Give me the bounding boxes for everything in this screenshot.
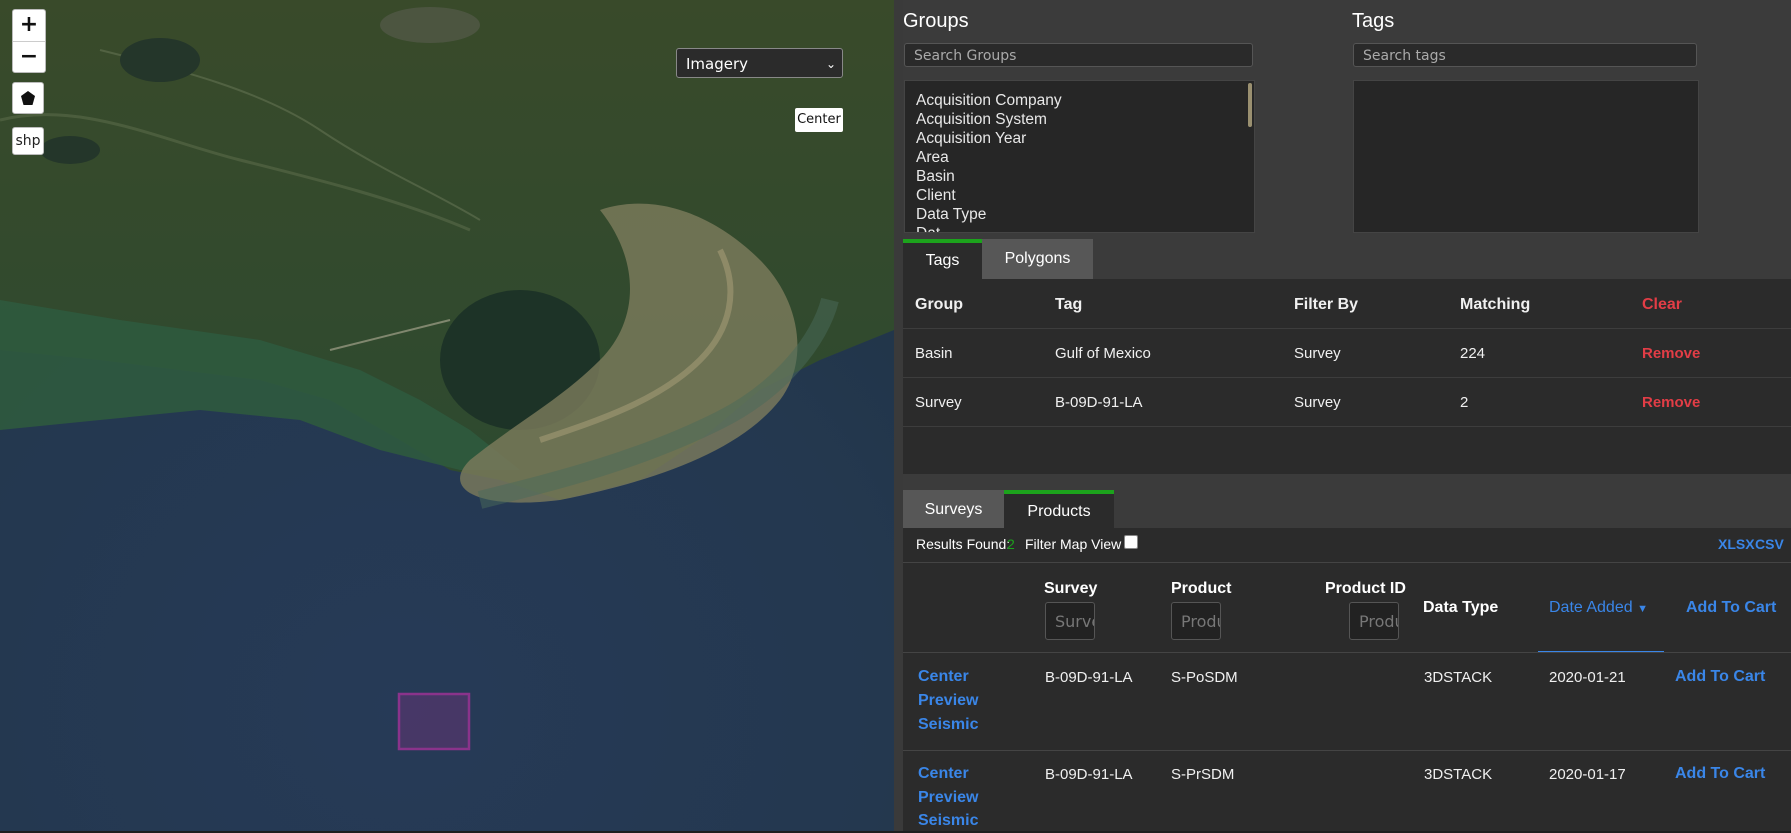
list-item[interactable]: Acquisition System: [905, 110, 1254, 129]
survey-filter-input[interactable]: Survey: [1045, 602, 1095, 640]
tags-list[interactable]: [1353, 80, 1699, 233]
results-bar: Results Found: 2 Filter Map View XLSX CS…: [903, 528, 1791, 563]
add-to-cart-button[interactable]: Add To Cart: [1675, 762, 1765, 786]
header-product-id: Product ID: [1325, 580, 1406, 597]
row-group: Survey: [915, 394, 962, 411]
tags-title: Tags: [1352, 10, 1395, 32]
row-group: Basin: [915, 345, 953, 362]
preview-link[interactable]: Preview: [918, 689, 978, 713]
header-filter-by: Filter By: [1294, 296, 1359, 313]
filter-table-header: Group Tag Filter By Matching Clear: [903, 280, 1791, 329]
zoom-control[interactable]: + −: [12, 9, 46, 73]
header-tag: Tag: [1055, 296, 1083, 313]
seismic-link[interactable]: Seismic: [918, 809, 978, 833]
shp-upload-button[interactable]: shp: [12, 127, 44, 155]
row-divider: [903, 750, 1791, 751]
remove-button[interactable]: Remove: [1642, 378, 1700, 427]
center-link[interactable]: Center: [918, 762, 969, 786]
header-add-to-cart[interactable]: Add To Cart: [1686, 599, 1776, 617]
layer-select[interactable]: Imagery ⌄: [676, 48, 843, 78]
list-item[interactable]: Data Type: [905, 205, 1254, 224]
list-item[interactable]: Acquisition Year: [905, 129, 1254, 148]
zoom-in-button[interactable]: +: [13, 10, 45, 41]
layer-select-value: Imagery: [686, 55, 749, 73]
list-item[interactable]: Basin: [905, 167, 1254, 186]
add-to-cart-button[interactable]: Add To Cart: [1675, 665, 1765, 689]
center-link[interactable]: Center: [918, 665, 969, 689]
results-found-label: Results Found:: [916, 536, 1011, 552]
center-map-button[interactable]: Center: [795, 108, 843, 132]
cell-product: S-PoSDM: [1171, 669, 1238, 686]
filter-map-view-checkbox[interactable]: [1124, 535, 1138, 549]
header-group: Group: [915, 296, 963, 313]
groups-search-input[interactable]: Search Groups: [904, 43, 1253, 67]
header-date-added[interactable]: Date Added ▼: [1549, 599, 1648, 617]
sort-caret-down-icon: ▼: [1637, 603, 1648, 615]
remove-button[interactable]: Remove: [1642, 329, 1700, 378]
cell-data-type: 3DSTACK: [1424, 669, 1493, 686]
results-found-count: 2: [1007, 536, 1015, 552]
table-row: Survey B-09D-91-LA Survey 2 Remove: [903, 378, 1791, 427]
cell-date-added: 2020-01-21: [1549, 669, 1626, 686]
product-filter-input[interactable]: Product: [1171, 602, 1221, 640]
list-item[interactable]: Dat: [905, 224, 1254, 232]
pentagon-icon: [21, 91, 35, 105]
row-matching: 224: [1460, 345, 1486, 362]
chevron-down-icon: ⌄: [825, 57, 836, 71]
clear-button[interactable]: Clear: [1642, 280, 1682, 329]
export-csv-link[interactable]: CSV: [1755, 536, 1784, 552]
survey-polygon: [397, 692, 471, 751]
groups-scrollbar[interactable]: [1248, 83, 1252, 127]
zoom-out-button[interactable]: −: [13, 41, 45, 73]
tags-search-input[interactable]: Search tags: [1353, 43, 1697, 67]
tab-polygons[interactable]: Polygons: [982, 239, 1093, 279]
groups-list[interactable]: Acquisition Company Acquisition System A…: [904, 80, 1255, 233]
row-filter-by: Survey: [1294, 345, 1341, 362]
list-item[interactable]: Acquisition Company: [905, 91, 1254, 110]
draw-polygon-button[interactable]: [12, 82, 44, 114]
list-item[interactable]: Area: [905, 148, 1254, 167]
list-item[interactable]: Client: [905, 186, 1254, 205]
map-view[interactable]: + − shp Imagery ⌄ Center: [0, 0, 894, 831]
row-tag: Gulf of Mexico: [1055, 345, 1151, 362]
header-data-type: Data Type: [1423, 599, 1499, 616]
cell-date-added: 2020-01-17: [1549, 766, 1626, 783]
row-filter-by: Survey: [1294, 394, 1341, 411]
groups-title: Groups: [903, 10, 969, 32]
product-id-filter-input[interactable]: Product ID: [1349, 602, 1399, 640]
cell-survey: B-09D-91-LA: [1045, 766, 1133, 783]
row-tag: B-09D-91-LA: [1055, 394, 1143, 411]
tab-tags[interactable]: Tags: [903, 239, 982, 279]
row-matching: 2: [1460, 394, 1469, 411]
cell-data-type: 3DSTACK: [1424, 766, 1493, 783]
row-divider: [903, 652, 1791, 653]
preview-link[interactable]: Preview: [918, 786, 978, 810]
header-date-added-label: Date Added: [1549, 599, 1633, 616]
products-table: [903, 563, 1791, 831]
tab-products[interactable]: Products: [1004, 490, 1114, 530]
header-matching: Matching: [1460, 296, 1531, 313]
satellite-imagery: [0, 0, 894, 831]
panel-divider[interactable]: [894, 0, 903, 831]
filter-map-view-label: Filter Map View: [1025, 536, 1122, 552]
header-product: Product: [1171, 580, 1232, 597]
seismic-link[interactable]: Seismic: [918, 713, 978, 737]
tab-surveys[interactable]: Surveys: [903, 490, 1004, 530]
cell-survey: B-09D-91-LA: [1045, 669, 1133, 686]
table-row: Basin Gulf of Mexico Survey 224 Remove: [903, 329, 1791, 378]
export-xlsx-link[interactable]: XLSX: [1718, 536, 1755, 552]
header-survey: Survey: [1044, 580, 1098, 597]
cell-product: S-PrSDM: [1171, 766, 1235, 783]
